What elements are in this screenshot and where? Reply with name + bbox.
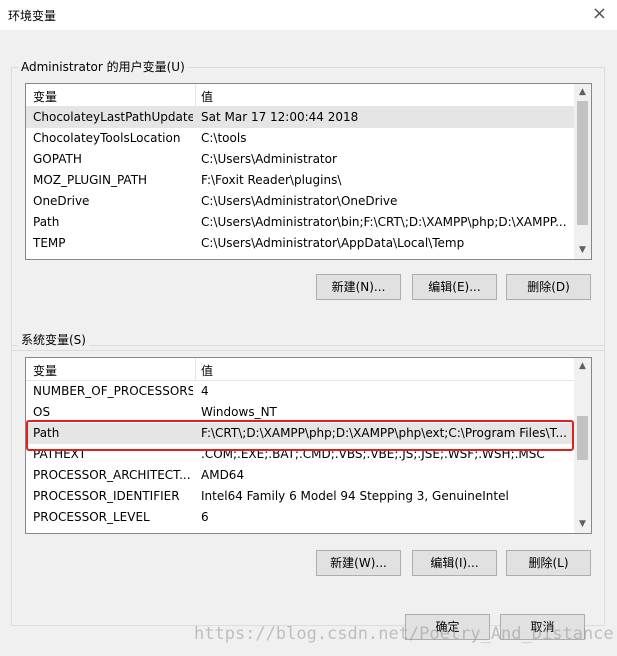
system-vars-rows: NUMBER_OF_PROCESSORS 4 OS Windows_NT Path F:\… <box>26 381 574 528</box>
table-row[interactable]: ChocolateyLastPathUpdate Sat Mar 17 12:00… <box>26 107 574 128</box>
title-bar: 环境变量 × <box>0 0 617 30</box>
column-header-value[interactable]: 值 <box>201 362 213 379</box>
user-vars-list[interactable]: 变量 值 ChocolateyLastPathUpdate Sat Mar 17 … <box>25 83 592 260</box>
system-vars-scrollbar[interactable]: ▲ ▼ <box>574 358 591 533</box>
scroll-thumb[interactable] <box>577 416 588 460</box>
user-new-button[interactable]: 新建(N)... <box>316 274 401 300</box>
table-row[interactable]: PROCESSOR_LEVEL 6 <box>26 507 574 528</box>
variable-value: 4 <box>201 384 209 398</box>
variable-name: TEMP <box>33 236 66 250</box>
column-header-variable[interactable]: 变量 <box>33 88 57 105</box>
user-vars-scrollbar[interactable]: ▲ ▼ <box>574 84 591 259</box>
table-row[interactable]: Path C:\Users\Administrator\bin;F:\CRT\;D… <box>26 212 574 233</box>
table-row[interactable]: OneDrive C:\Users\Administrator\OneDrive <box>26 191 574 212</box>
column-separator[interactable] <box>195 84 196 106</box>
variable-value: C:\Users\Administrator\AppData\Local\Tem… <box>201 236 465 250</box>
variable-value: C:\tools <box>201 131 247 145</box>
variable-value: AMD64 <box>201 468 245 482</box>
watermark-text: https://blog.csdn.net/Poetry_And_Distanc… <box>194 624 614 644</box>
system-new-button[interactable]: 新建(W)... <box>316 550 401 576</box>
system-vars-group-label: 系统变量(S) <box>18 331 89 348</box>
table-row[interactable]: NUMBER_OF_PROCESSORS 4 <box>26 381 574 402</box>
table-row[interactable]: MOZ_PLUGIN_PATH F:\Foxit Reader\plugins\ <box>26 170 574 191</box>
variable-value: F:\Foxit Reader\plugins\ <box>201 173 342 187</box>
system-vars-header: 变量 值 <box>26 358 591 381</box>
scroll-up-icon[interactable]: ▲ <box>574 84 591 101</box>
variable-value: C:\Users\Administrator\OneDrive <box>201 194 398 208</box>
system-delete-button[interactable]: 删除(L) <box>506 550 591 576</box>
table-row[interactable]: PROCESSOR_ARCHITECT... AMD64 <box>26 465 574 486</box>
variable-value: 6 <box>201 510 209 524</box>
variable-name: ChocolateyLastPathUpdate <box>33 110 193 124</box>
user-vars-group-label: Administrator 的用户变量(U) <box>18 58 188 75</box>
column-header-value[interactable]: 值 <box>201 88 213 105</box>
close-icon[interactable]: × <box>592 4 607 24</box>
system-edit-button[interactable]: 编辑(I)... <box>412 550 497 576</box>
variable-name: MOZ_PLUGIN_PATH <box>33 173 148 187</box>
variable-name: ChocolateyToolsLocation <box>33 131 181 145</box>
table-row[interactable]: TEMP C:\Users\Administrator\AppData\Local… <box>26 233 574 254</box>
table-row[interactable]: PROCESSOR_IDENTIFIER Intel64 Family 6 Mod… <box>26 486 574 507</box>
variable-name: PROCESSOR_IDENTIFIER <box>33 489 180 503</box>
variable-name: GOPATH <box>33 152 82 166</box>
column-separator[interactable] <box>195 358 196 380</box>
path-row-highlight <box>26 420 574 451</box>
user-vars-rows: ChocolateyLastPathUpdate Sat Mar 17 12:00… <box>26 107 574 254</box>
variable-value: C:\Users\Administrator <box>201 152 337 166</box>
variable-name: NUMBER_OF_PROCESSORS <box>33 384 193 398</box>
variable-value: C:\Users\Administrator\bin;F:\CRT\;D:\XA… <box>201 215 567 229</box>
column-header-variable[interactable]: 变量 <box>33 362 57 379</box>
scroll-up-icon[interactable]: ▲ <box>574 358 591 375</box>
table-row[interactable]: GOPATH C:\Users\Administrator <box>26 149 574 170</box>
user-delete-button[interactable]: 删除(D) <box>506 274 591 300</box>
dialog-body: Administrator 的用户变量(U) 变量 值 ChocolateyLa… <box>0 30 617 656</box>
table-row[interactable]: ChocolateyToolsLocation C:\tools <box>26 128 574 149</box>
variable-name: OneDrive <box>33 194 90 208</box>
scroll-down-icon[interactable]: ▼ <box>574 516 591 533</box>
variable-name: Path <box>33 215 60 229</box>
user-vars-header: 变量 值 <box>26 84 591 107</box>
variable-name: PROCESSOR_ARCHITECT... <box>33 468 191 482</box>
variable-name: PROCESSOR_LEVEL <box>33 510 150 524</box>
scroll-down-icon[interactable]: ▼ <box>574 242 591 259</box>
variable-value: Sat Mar 17 12:00:44 2018 <box>201 110 359 124</box>
user-edit-button[interactable]: 编辑(E)... <box>412 274 497 300</box>
variable-value: Intel64 Family 6 Model 94 Stepping 3, Ge… <box>201 489 509 503</box>
window-title: 环境变量 <box>8 9 57 23</box>
scroll-thumb[interactable] <box>577 101 588 225</box>
